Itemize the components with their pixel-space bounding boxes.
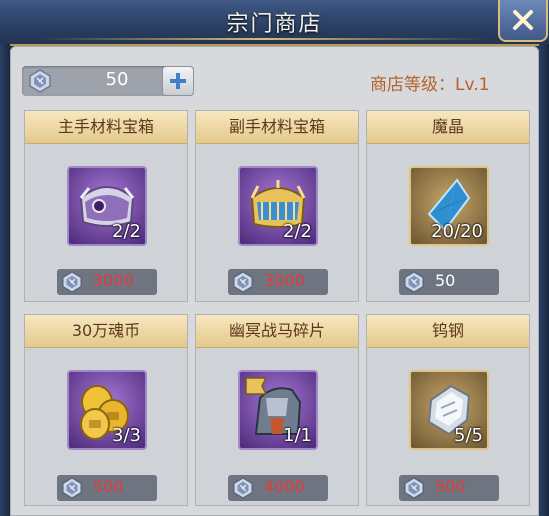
plus-icon — [170, 73, 186, 89]
add-currency-button[interactable] — [162, 66, 194, 96]
item-price: 500 — [93, 477, 124, 496]
item-count: 3/3 — [112, 425, 141, 446]
item-name: 魔晶 — [367, 111, 529, 144]
close-icon — [513, 10, 533, 30]
title-bar: 宗门商店 — [0, 0, 549, 46]
item-count: 1/1 — [283, 425, 312, 446]
frame-left — [0, 44, 10, 516]
item-count: 20/20 — [431, 221, 483, 242]
shop-item-card[interactable]: 主手材料宝箱 2/2 3000 — [24, 110, 188, 302]
item-slot: 1/1 — [238, 370, 318, 450]
soul-stone-icon — [233, 271, 253, 293]
shop-item-card[interactable]: 钨钢 5/5 500 — [366, 314, 530, 506]
item-slot: 3/3 — [67, 370, 147, 450]
price-bar: 50 — [399, 269, 499, 295]
currency-amount: 50 — [105, 69, 129, 90]
item-price: 4000 — [264, 477, 305, 496]
item-name: 幽冥战马碎片 — [196, 315, 358, 348]
price-bar: 3000 — [228, 269, 328, 295]
soul-stone-icon — [404, 477, 424, 499]
close-button[interactable] — [498, 0, 548, 42]
soul-stone-icon — [404, 271, 424, 293]
shop-item-card[interactable]: 30万魂币 3/3 500 — [24, 314, 188, 506]
item-slot: 5/5 — [409, 370, 489, 450]
shop-item-card[interactable]: 副手材料宝箱 2/2 3000 — [195, 110, 359, 302]
window-title: 宗门商店 — [226, 12, 323, 37]
item-slot: 2/2 — [238, 166, 318, 246]
soul-stone-icon — [233, 477, 253, 499]
soul-stone-icon — [29, 69, 51, 93]
price-bar: 3000 — [57, 269, 157, 295]
item-name: 主手材料宝箱 — [25, 111, 187, 144]
item-price: 500 — [435, 477, 466, 496]
shop-level: 商店等级：Lv.1 — [370, 75, 490, 95]
price-bar: 4000 — [228, 475, 328, 501]
soul-stone-icon — [62, 271, 82, 293]
price-bar: 500 — [57, 475, 157, 501]
item-count: 5/5 — [454, 425, 483, 446]
item-name: 钨钢 — [367, 315, 529, 348]
frame-right — [539, 44, 549, 516]
item-count: 2/2 — [283, 221, 312, 242]
item-slot: 20/20 — [409, 166, 489, 246]
item-name: 副手材料宝箱 — [196, 111, 358, 144]
item-count: 2/2 — [112, 221, 141, 242]
item-price: 3000 — [264, 271, 305, 290]
item-name: 30万魂币 — [25, 315, 187, 348]
shop-item-card[interactable]: 魔晶 20/20 50 — [366, 110, 530, 302]
item-price: 3000 — [93, 271, 134, 290]
shop-item-card[interactable]: 幽冥战马碎片 1/1 4000 — [195, 314, 359, 506]
item-slot: 2/2 — [67, 166, 147, 246]
price-bar: 500 — [399, 475, 499, 501]
soul-stone-icon — [62, 477, 82, 499]
item-price: 50 — [435, 271, 456, 290]
